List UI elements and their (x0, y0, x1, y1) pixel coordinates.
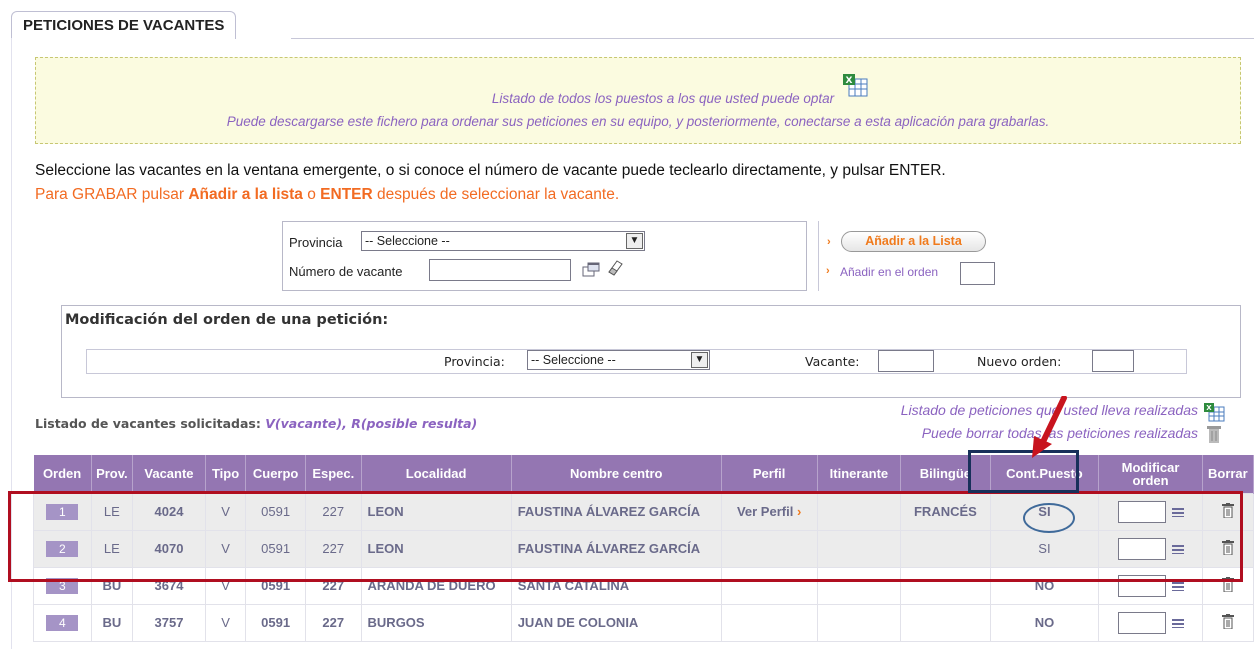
col-perfil: Perfil (721, 455, 818, 493)
chevron-right-icon: › (827, 236, 831, 248)
cell-cont-puesto: NO (989, 603, 1100, 642)
col-borrar: Borrar (1202, 455, 1254, 493)
trash-icon[interactable] (1221, 613, 1234, 629)
chevron-down-icon: ▼ (691, 352, 708, 368)
modify-order-title: Modificación del orden de una petición: (65, 312, 389, 328)
col-espec: Espec. (305, 455, 362, 493)
highlight-si-circle (1023, 503, 1075, 533)
cell-cuerpo: 0591 (245, 603, 307, 642)
col-modificar-orden: Modificar orden (1098, 455, 1203, 493)
col-cuerpo: Cuerpo (245, 455, 307, 493)
col-orden: Orden (33, 455, 92, 493)
table-row: 4 BU 3757 V 0591 227 BURGOS JUAN DE COLO… (33, 603, 1254, 642)
svg-text:X: X (1206, 404, 1212, 412)
download-info-box: X Listado de todos los puestos a los que… (35, 57, 1241, 144)
cell-tipo: V (204, 603, 247, 642)
svg-text:X: X (846, 76, 853, 86)
instructions-text: Seleccione las vacantes en la ventana em… (35, 162, 946, 179)
modify-provincia-select[interactable]: -- Seleccione -- ▼ (527, 350, 710, 370)
modify-vacante-input[interactable] (878, 350, 934, 372)
list-title: Listado de vacantes solicitadas: V(vacan… (35, 416, 478, 431)
cell-bilingue (900, 603, 991, 642)
excel-icon[interactable]: X (1203, 402, 1225, 422)
cell-borrar (1201, 603, 1254, 642)
cell-perfil (720, 603, 818, 642)
add-order-input[interactable] (960, 262, 995, 285)
order-badge: 4 (46, 614, 79, 631)
provincia-select[interactable]: -- Seleccione -- ▼ (361, 231, 645, 251)
cell-modificar (1098, 603, 1203, 642)
tab-bar: PETICIONES DE VACANTES (0, 0, 1254, 39)
col-centro: Nombre centro (511, 455, 722, 493)
add-order-label: Añadir en el orden (840, 265, 939, 279)
numero-vacante-label: Número de vacante (289, 264, 403, 279)
order-input[interactable] (1117, 611, 1166, 634)
divider (818, 221, 819, 291)
col-itinerante: Itinerante (817, 455, 902, 493)
modify-vacante-label: Vacante: (805, 354, 860, 369)
col-localidad: Localidad (361, 455, 512, 493)
trash-icon[interactable] (1206, 424, 1222, 444)
list-icon[interactable] (1171, 581, 1184, 591)
save-instructions: Para GRABAR pulsar Añadir a la lista o E… (35, 186, 620, 203)
cell-vacante: 3757 (132, 603, 206, 642)
cell-espec: 227 (305, 603, 362, 642)
add-to-list-button[interactable]: Añadir a la Lista (841, 231, 986, 252)
chevron-down-icon: ▼ (626, 233, 643, 249)
tab-peticiones-vacantes[interactable]: PETICIONES DE VACANTES (11, 11, 237, 39)
popup-window-icon[interactable] (582, 262, 600, 278)
download-info-text: Puede descargarse este fichero para orde… (226, 114, 1050, 129)
list-icon[interactable] (1171, 618, 1184, 628)
cell-prov: BU (90, 603, 134, 642)
cell-itinerante (816, 603, 902, 642)
download-all-link[interactable]: Listado de todos los puestos a los que u… (492, 91, 834, 106)
chevron-right-icon: › (826, 265, 830, 277)
nuevo-orden-input[interactable] (1092, 350, 1134, 372)
eraser-icon[interactable] (606, 258, 624, 276)
col-tipo: Tipo (205, 455, 247, 493)
modify-provincia-label: Provincia: (444, 354, 505, 369)
tab-underline (291, 38, 1254, 39)
cell-localidad: BURGOS (360, 603, 512, 642)
annotation-arrow-icon (1032, 396, 1067, 458)
col-vacante: Vacante (132, 455, 206, 493)
col-prov: Prov. (91, 455, 134, 493)
nuevo-orden-label: Nuevo orden: (977, 354, 1062, 369)
cell-centro: JUAN DE COLONIA (510, 603, 722, 642)
provincia-label: Provincia (289, 235, 343, 250)
numero-vacante-input[interactable] (429, 259, 571, 281)
